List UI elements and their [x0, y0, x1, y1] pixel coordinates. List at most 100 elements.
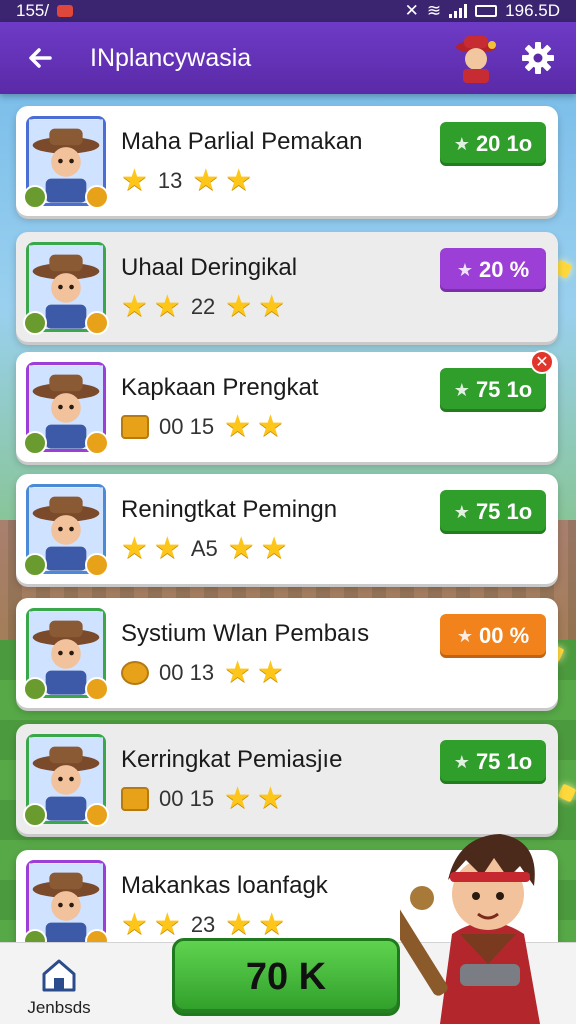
- star-icon: ★: [224, 782, 251, 815]
- star-icon: ★: [453, 133, 470, 154]
- quest-meta: 00 15 ★ ★: [121, 412, 284, 442]
- notification-icon: [57, 5, 74, 17]
- quest-meta: 00 13 ★ ★: [121, 658, 284, 688]
- quest-card[interactable]: Kapkaan Prengkat 00 15 ★ ★ ★ 75 1o ✕: [16, 350, 558, 462]
- star-icon: ★: [453, 379, 470, 400]
- reward-button[interactable]: ★ 20 %: [440, 248, 546, 292]
- battery-icon: [475, 5, 498, 17]
- quest-count: 00 15: [159, 786, 215, 811]
- star-icon: ★: [258, 908, 286, 941]
- reward-label: 75 1o: [475, 749, 533, 774]
- star-icon: ★: [227, 532, 255, 565]
- star-icon: ★: [192, 164, 220, 197]
- star-icon: ★: [153, 532, 181, 565]
- quest-card[interactable]: Systium Wlan Pembaıs 00 13 ★ ★ ★ 00 %: [16, 598, 558, 708]
- star-icon: ★: [225, 908, 253, 941]
- star-icon: ★: [153, 290, 181, 323]
- star-icon: ★: [256, 656, 284, 689]
- quest-title: Systium Wlan Pembaıs: [121, 620, 370, 647]
- status-time: 155/: [16, 1, 50, 20]
- rank-badge-icon: [85, 677, 109, 701]
- home-tab[interactable]: Jenbsds: [14, 946, 104, 1018]
- character-portrait: [23, 484, 109, 577]
- character-portrait: [23, 362, 109, 455]
- home-tab-label: Jenbsds: [27, 998, 91, 1017]
- quest-count: 00 13: [159, 660, 215, 685]
- quest-title: Reningtkat Pemingn: [121, 496, 338, 523]
- reward-button[interactable]: ★ 75 1o: [440, 740, 546, 784]
- reward-label: 75 1o: [475, 377, 533, 402]
- quest-count: A5: [190, 536, 218, 561]
- quest-count: 13: [157, 168, 183, 193]
- quest-meta: ★ ★ 23 ★ ★: [121, 910, 285, 940]
- reward-button[interactable]: ★ 75 1o: [440, 490, 546, 534]
- star-icon: ★: [453, 751, 470, 772]
- rank-badge-icon: [85, 803, 109, 827]
- character-portrait: [23, 608, 109, 701]
- rank-badge-icon: [85, 185, 109, 209]
- star-icon: ★: [121, 908, 148, 941]
- quest-card[interactable]: Maha Parlial Pemakan ★ 13 ★ ★ ★ 20 1o: [16, 106, 558, 216]
- character-portrait: [23, 860, 109, 953]
- wifi-icon: ≋: [426, 1, 442, 20]
- star-icon: ★: [453, 501, 470, 522]
- collect-button[interactable]: 70 K: [172, 938, 400, 1016]
- close-icon[interactable]: ✕: [530, 350, 554, 374]
- reward-button[interactable]: ★ 00 %: [440, 614, 546, 658]
- quest-count: 23: [190, 912, 216, 937]
- class-badge-icon: [23, 185, 47, 209]
- back-button[interactable]: [20, 38, 60, 78]
- star-icon: ★: [121, 164, 148, 197]
- quest-meta: 00 15 ★ ★: [121, 784, 284, 814]
- player-avatar[interactable]: [454, 33, 498, 83]
- quest-count: 00 15: [159, 414, 215, 439]
- quest-meta: ★ ★ A5 ★ ★: [121, 534, 288, 564]
- status-right: ✕ ≋ 196.5D: [405, 1, 560, 21]
- quest-title: Kerringkat Pemiasjıe: [121, 746, 343, 773]
- reward-button[interactable]: ★ 75 1o: [440, 368, 546, 412]
- reward-label: 75 1o: [475, 499, 533, 524]
- status-clock: 196.5D: [505, 1, 560, 20]
- star-icon: ★: [456, 625, 473, 646]
- quest-title: Makankas loanfagk: [121, 872, 328, 899]
- class-badge-icon: [23, 803, 47, 827]
- quest-card[interactable]: Uhaal Deringikal ★ ★ 22 ★ ★ ★ 20 %: [16, 232, 558, 342]
- star-icon: ★: [153, 908, 181, 941]
- star-icon: ★: [258, 290, 286, 323]
- star-icon: ★: [256, 782, 284, 815]
- quest-meta: ★ ★ 22 ★ ★: [121, 292, 285, 322]
- rank-badge-icon: [85, 431, 109, 455]
- star-icon: ★: [225, 164, 253, 197]
- chest-icon: [121, 787, 149, 811]
- status-bar: 155/ ✕ ≋ 196.5D: [0, 0, 576, 22]
- character-portrait: [23, 242, 109, 335]
- quest-title: Kapkaan Prengkat: [121, 374, 319, 401]
- quest-meta: ★ 13 ★ ★: [121, 166, 252, 196]
- star-icon: ★: [224, 410, 251, 443]
- star-icon: ★: [256, 410, 284, 443]
- mute-icon: ✕: [404, 1, 419, 20]
- class-badge-icon: [23, 677, 47, 701]
- star-icon: ★: [456, 259, 473, 280]
- rank-badge-icon: [85, 553, 109, 577]
- quest-title: Maha Parlial Pemakan: [121, 128, 363, 155]
- star-icon: ★: [260, 532, 288, 565]
- app-header: INplancywasia: [0, 22, 576, 94]
- reward-label: 20 %: [478, 257, 530, 282]
- status-left: 155/: [16, 1, 74, 21]
- character-portrait: [23, 734, 109, 827]
- gear-icon[interactable]: [520, 40, 556, 76]
- quest-count: 22: [190, 294, 216, 319]
- page-title: INplancywasia: [90, 43, 252, 72]
- coin-icon: [121, 661, 149, 685]
- class-badge-icon: [23, 553, 47, 577]
- star-icon: ★: [121, 290, 148, 323]
- reward-button[interactable]: ★ 20 1o: [440, 122, 546, 166]
- home-icon: [42, 959, 76, 992]
- reward-label: 00 %: [478, 623, 530, 648]
- signal-icon: [449, 4, 468, 18]
- rank-badge-icon: [85, 311, 109, 335]
- quest-title: Uhaal Deringikal: [121, 254, 298, 281]
- arrow-left-icon: [29, 48, 52, 68]
- quest-card[interactable]: Reningtkat Pemingn ★ ★ A5 ★ ★ ★ 75 1o: [16, 474, 558, 584]
